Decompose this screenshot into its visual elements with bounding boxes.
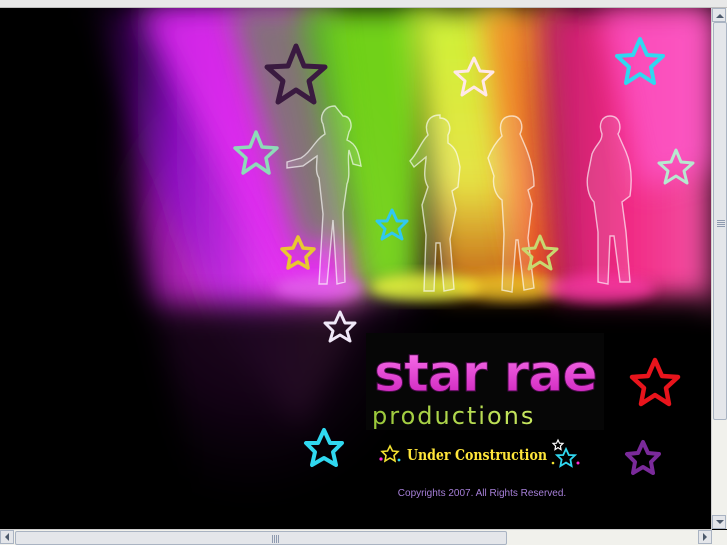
- brand-name: star rae: [374, 344, 597, 404]
- brand-logo: star rae productions: [366, 333, 604, 430]
- scroll-arrow-up-icon[interactable]: [712, 8, 726, 22]
- window-frame: [0, 0, 727, 8]
- page-viewport: star rae productions Under Construction …: [0, 8, 712, 529]
- splash-artwork: star rae productions Under Construction …: [0, 8, 712, 529]
- scroll-arrow-left-icon[interactable]: [0, 530, 14, 544]
- scroll-grip: [717, 219, 725, 227]
- brand-subtitle: productions: [372, 402, 535, 430]
- vertical-scroll-thumb[interactable]: [713, 22, 727, 420]
- scroll-arrow-down-icon[interactable]: [712, 515, 726, 529]
- horizontal-scroll-thumb[interactable]: [15, 531, 507, 545]
- horizontal-scrollbar[interactable]: [0, 529, 712, 545]
- scroll-arrow-right-icon[interactable]: [698, 530, 712, 544]
- scroll-grip: [272, 535, 280, 543]
- scrollbar-corner: [712, 530, 727, 545]
- under-construction-text: Under Construction: [407, 446, 547, 464]
- vertical-scrollbar[interactable]: [711, 8, 727, 529]
- copyright-text: Copyrights 2007. All Rights Reserved.: [398, 488, 566, 499]
